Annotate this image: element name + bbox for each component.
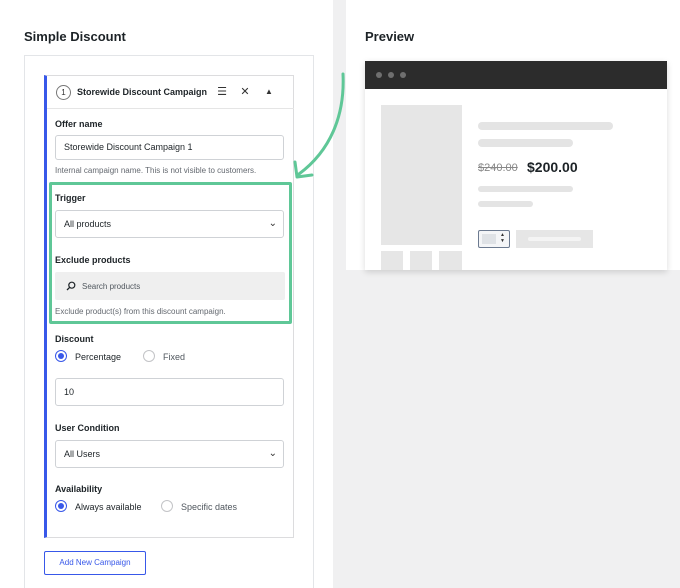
exclude-products-search[interactable]: Search products	[55, 272, 285, 300]
window-dot-icon	[376, 72, 382, 78]
discount-fixed-radio[interactable]	[143, 350, 155, 362]
availability-specific-radio[interactable]	[161, 500, 173, 512]
title-line-placeholder	[478, 122, 613, 130]
chevron-down-icon: ⌄	[268, 448, 277, 459]
window-dot-icon	[388, 72, 394, 78]
availability-always-radio[interactable]	[55, 500, 67, 512]
stepper-arrows-icon[interactable]: ▲ ▼	[500, 232, 505, 244]
availability-always-label: Always available	[75, 502, 142, 512]
thumbnail-placeholder	[439, 251, 462, 270]
add-to-cart-button[interactable]	[516, 230, 593, 248]
user-condition-value: All Users	[64, 449, 101, 459]
curved-arrow-icon	[293, 72, 345, 179]
chevron-down-icon: ⌄	[268, 218, 277, 229]
discount-value-input[interactable]: 10	[55, 378, 284, 406]
old-price: $240.00	[478, 162, 518, 174]
discount-percentage-radio[interactable]	[55, 350, 67, 362]
availability-label: Availability	[55, 484, 103, 494]
title-line-placeholder	[478, 139, 573, 147]
panel-title: Simple Discount	[24, 29, 126, 44]
new-price: $200.00	[527, 159, 578, 175]
thumbnail-placeholder	[410, 251, 432, 270]
search-placeholder: Search products	[82, 282, 141, 291]
close-icon[interactable]: ✕	[238, 85, 252, 99]
thumbnail-placeholder	[381, 251, 403, 270]
offer-name-help: Internal campaign name. This is not visi…	[55, 166, 257, 175]
collapse-icon[interactable]: ▲	[262, 85, 276, 99]
preview-panel: Preview $240.00 $200.00 ▲ ▼	[346, 0, 680, 270]
campaign-number: 1	[56, 85, 71, 100]
discount-fixed-label: Fixed	[163, 352, 186, 362]
quantity-stepper[interactable]: ▲ ▼	[478, 230, 510, 248]
search-icon	[66, 281, 76, 291]
product-image-placeholder	[381, 105, 462, 245]
availability-specific-label: Specific dates	[181, 502, 238, 512]
browser-titlebar	[365, 61, 667, 89]
quantity-value-placeholder	[482, 234, 496, 244]
trigger-value: All products	[64, 219, 112, 229]
campaign-card: 1 Storewide Discount Campaign 1 ☰ ✕ ▲ Of…	[44, 75, 294, 538]
discount-percentage-label: Percentage	[75, 352, 122, 362]
offer-name-input[interactable]: Storewide Discount Campaign 1	[55, 135, 284, 160]
discount-label: Discount	[55, 334, 94, 344]
browser-mockup: $240.00 $200.00 ▲ ▼	[365, 61, 667, 270]
preview-title: Preview	[365, 29, 415, 44]
campaign-card-header[interactable]: 1 Storewide Discount Campaign 1 ☰ ✕ ▲	[47, 76, 294, 109]
user-condition-label: User Condition	[55, 423, 120, 433]
add-new-campaign-button[interactable]: Add New Campaign	[44, 551, 146, 575]
window-dot-icon	[400, 72, 406, 78]
trigger-select[interactable]: All products ⌄	[55, 210, 284, 238]
text-line-placeholder	[478, 186, 573, 192]
text-line-placeholder	[478, 201, 533, 207]
user-condition-select[interactable]: All Users ⌄	[55, 440, 284, 468]
button-label-placeholder	[528, 237, 581, 241]
trigger-label: Trigger	[55, 193, 86, 203]
exclude-products-label: Exclude products	[55, 255, 131, 265]
offer-name-label: Offer name	[55, 119, 103, 129]
menu-icon[interactable]: ☰	[215, 85, 229, 99]
exclude-products-help: Exclude product(s) from this discount ca…	[55, 307, 226, 316]
campaign-title: Storewide Discount Campaign 1	[77, 87, 208, 97]
